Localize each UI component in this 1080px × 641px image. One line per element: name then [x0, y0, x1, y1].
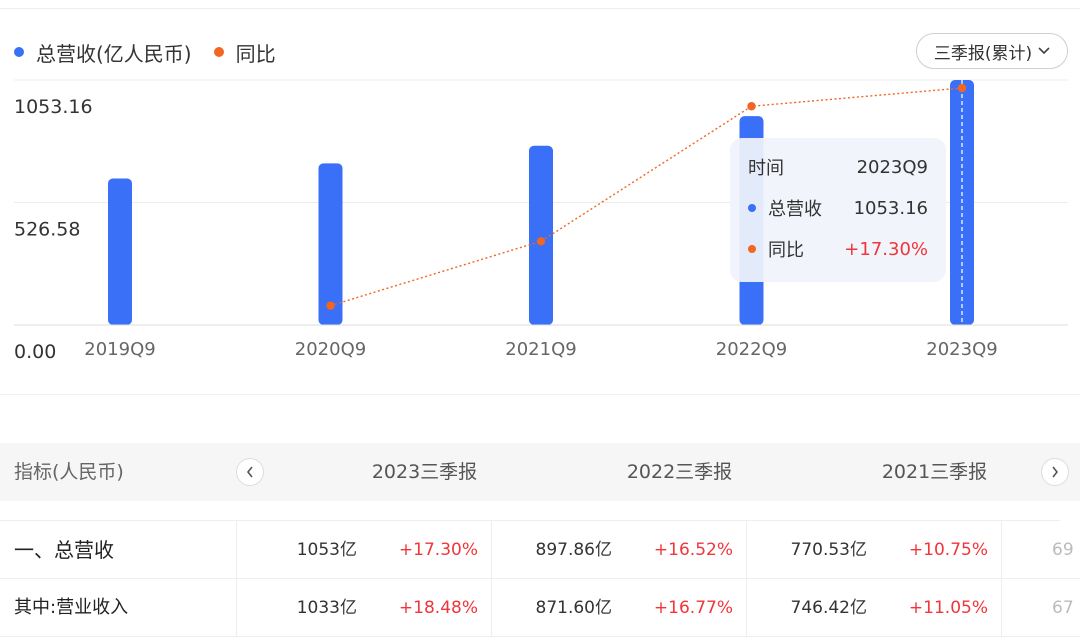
- table-row: 一、总营收 1053亿 +17.30% 897.86亿 +16.52% 770.…: [0, 521, 1080, 579]
- column-divider: [746, 579, 747, 637]
- revenue-bar: [318, 163, 343, 325]
- chevron-left-icon: [246, 466, 253, 478]
- y-tick-label: 1053.16: [14, 96, 93, 118]
- row-label: 其中:营业收入: [14, 597, 129, 618]
- cell-value: 1053亿: [296, 540, 357, 560]
- column-divider: [491, 579, 492, 637]
- column-divider: [1001, 521, 1002, 579]
- cell-percent: +16.77%: [653, 598, 733, 618]
- legend-revenue-label: 总营收(亿人民币): [36, 41, 192, 66]
- cell-value-truncated: 69: [1052, 540, 1074, 560]
- tooltip-revenue-label: 总营收: [768, 199, 822, 220]
- cell-value: 746.42亿: [790, 598, 867, 618]
- yoy-point: [326, 301, 335, 310]
- legend-item-yoy[interactable]: 同比: [213, 38, 276, 67]
- column-divider: [1001, 579, 1002, 637]
- cell-percent: +10.75%: [908, 540, 988, 560]
- cell-value-truncated: 67: [1052, 598, 1074, 618]
- yoy-dot-icon: [213, 47, 224, 57]
- chart-tooltip: 时间 2023Q9 总营收 1053.16 同比 +17.30%: [730, 138, 946, 282]
- cell-percent: +16.52%: [653, 540, 733, 560]
- tooltip-yoy-value: +17.30%: [844, 238, 928, 260]
- cell-value: 770.53亿: [790, 540, 867, 560]
- chevron-right-icon: [1052, 466, 1059, 478]
- tooltip-revenue-dot-icon: [748, 204, 756, 212]
- section-divider: [0, 394, 1080, 395]
- x-tick-label: 2023Q9: [926, 339, 997, 360]
- column-divider: [236, 579, 237, 637]
- top-divider: [0, 8, 1080, 9]
- y-tick-label: 0.00: [14, 341, 56, 363]
- table-header-title: 指标(人民币): [14, 461, 124, 483]
- column-divider: [746, 521, 747, 579]
- y-tick-label: 526.58: [14, 219, 80, 241]
- legend-yoy-label: 同比: [235, 41, 276, 66]
- column-divider: [491, 521, 492, 579]
- tooltip-revenue-value: 1053.16: [853, 197, 928, 219]
- prev-period-button[interactable]: [236, 458, 264, 486]
- chart-legend: 总营收(亿人民币) 同比: [14, 38, 276, 66]
- revenue-dot-icon: [14, 47, 24, 57]
- table-row: 其中:营业收入 1033亿 +18.48% 871.60亿 +16.77% 74…: [0, 579, 1080, 637]
- x-tick-label: 2022Q9: [716, 339, 787, 360]
- cell-value: 871.60亿: [535, 598, 612, 618]
- cell-percent: +11.05%: [908, 598, 988, 618]
- yoy-point: [536, 237, 546, 246]
- cell-percent: +17.30%: [398, 540, 478, 560]
- column-divider: [236, 521, 237, 579]
- cell-percent: +18.48%: [398, 598, 478, 618]
- x-tick-label: 2020Q9: [295, 339, 366, 360]
- yoy-point: [747, 102, 756, 111]
- tooltip-yoy-dot-icon: [748, 245, 756, 253]
- yoy-point: [957, 83, 967, 93]
- x-tick-label: 2021Q9: [505, 339, 576, 360]
- table-col-header: 2021三季报: [881, 461, 988, 483]
- tooltip-time-value: 2023Q9: [856, 156, 928, 178]
- next-period-button[interactable]: [1041, 458, 1069, 486]
- legend-item-revenue[interactable]: 总营收(亿人民币): [14, 38, 192, 67]
- table-header: 指标(人民币) 2023三季报 2022三季报 2021三季报: [0, 443, 1080, 501]
- table-col-header: 2022三季报: [626, 461, 733, 483]
- x-tick-label: 2019Q9: [84, 339, 155, 360]
- period-select[interactable]: 三季报(累计): [916, 33, 1068, 69]
- chevron-down-icon: [1038, 43, 1050, 59]
- cell-value: 1033亿: [296, 598, 357, 618]
- period-select-label: 三季报(累计): [933, 43, 1033, 64]
- cell-value: 897.86亿: [535, 540, 612, 560]
- tooltip-time-label: 时间: [748, 158, 784, 179]
- revenue-bar: [108, 178, 132, 325]
- tooltip-yoy-label: 同比: [768, 240, 804, 261]
- row-label: 一、总营收: [14, 538, 114, 562]
- table-col-header: 2023三季报: [371, 461, 478, 483]
